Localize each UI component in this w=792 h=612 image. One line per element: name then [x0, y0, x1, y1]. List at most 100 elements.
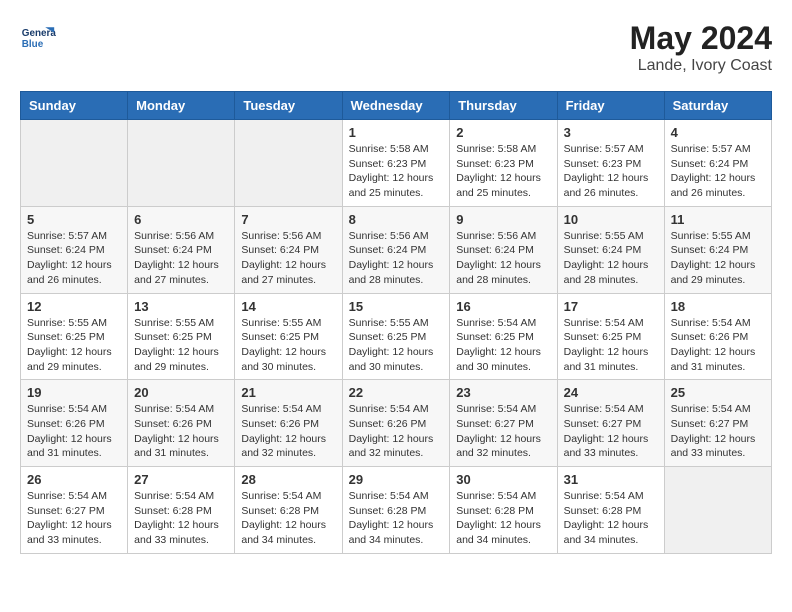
day-info: Sunrise: 5:56 AM Sunset: 6:24 PM Dayligh…	[241, 229, 335, 288]
day-info: Sunrise: 5:58 AM Sunset: 6:23 PM Dayligh…	[349, 142, 444, 201]
day-info: Sunrise: 5:57 AM Sunset: 6:24 PM Dayligh…	[27, 229, 121, 288]
calendar-week-row: 26 Sunrise: 5:54 AM Sunset: 6:27 PM Dayli…	[21, 467, 772, 554]
calendar-cell	[235, 120, 342, 207]
calendar-cell: 19 Sunrise: 5:54 AM Sunset: 6:26 PM Dayli…	[21, 380, 128, 467]
logo-icon: General Blue	[20, 20, 56, 56]
day-info: Sunrise: 5:54 AM Sunset: 6:26 PM Dayligh…	[241, 402, 335, 461]
calendar-cell: 11 Sunrise: 5:55 AM Sunset: 6:24 PM Dayli…	[664, 206, 771, 293]
day-info: Sunrise: 5:55 AM Sunset: 6:25 PM Dayligh…	[27, 316, 121, 375]
calendar-cell: 6Sunrise: 5:56 AM Sunset: 6:24 PM Daylig…	[128, 206, 235, 293]
calendar-cell: 22 Sunrise: 5:54 AM Sunset: 6:26 PM Dayli…	[342, 380, 450, 467]
calendar-table: SundayMondayTuesdayWednesdayThursdayFrid…	[20, 91, 772, 554]
day-info: Sunrise: 5:55 AM Sunset: 6:24 PM Dayligh…	[671, 229, 765, 288]
calendar-cell: 18 Sunrise: 5:54 AM Sunset: 6:26 PM Dayli…	[664, 293, 771, 380]
day-number: 16	[456, 299, 550, 314]
calendar-cell	[21, 120, 128, 207]
calendar-cell: 30Sunrise: 5:54 AM Sunset: 6:28 PM Dayli…	[450, 467, 557, 554]
day-number: 13	[134, 299, 228, 314]
calendar-cell: 4 Sunrise: 5:57 AM Sunset: 6:24 PM Daylig…	[664, 120, 771, 207]
calendar-cell: 15 Sunrise: 5:55 AM Sunset: 6:25 PM Dayli…	[342, 293, 450, 380]
location: Lande, Ivory Coast	[630, 57, 772, 75]
calendar-cell: 26 Sunrise: 5:54 AM Sunset: 6:27 PM Dayli…	[21, 467, 128, 554]
day-info: Sunrise: 5:55 AM Sunset: 6:24 PM Dayligh…	[564, 229, 658, 288]
calendar-week-row: 12 Sunrise: 5:55 AM Sunset: 6:25 PM Dayli…	[21, 293, 772, 380]
day-info: Sunrise: 5:54 AM Sunset: 6:28 PM Dayligh…	[349, 489, 444, 548]
day-number: 28	[241, 472, 335, 487]
calendar-week-row: 5 Sunrise: 5:57 AM Sunset: 6:24 PM Daylig…	[21, 206, 772, 293]
calendar-cell: 5 Sunrise: 5:57 AM Sunset: 6:24 PM Daylig…	[21, 206, 128, 293]
weekday-header-row: SundayMondayTuesdayWednesdayThursdayFrid…	[21, 92, 772, 120]
day-number: 4	[671, 125, 765, 140]
calendar-cell: 21 Sunrise: 5:54 AM Sunset: 6:26 PM Dayli…	[235, 380, 342, 467]
calendar-cell: 7 Sunrise: 5:56 AM Sunset: 6:24 PM Daylig…	[235, 206, 342, 293]
weekday-header: Saturday	[664, 92, 771, 120]
day-number: 21	[241, 385, 335, 400]
day-info: Sunrise: 5:56 AM Sunset: 6:24 PM Dayligh…	[456, 229, 550, 288]
day-info: Sunrise: 5:54 AM Sunset: 6:28 PM Dayligh…	[456, 489, 550, 548]
day-info: Sunrise: 5:54 AM Sunset: 6:28 PM Dayligh…	[134, 489, 228, 548]
weekday-header: Friday	[557, 92, 664, 120]
day-number: 14	[241, 299, 335, 314]
calendar-cell	[128, 120, 235, 207]
day-number: 10	[564, 212, 658, 227]
calendar-cell: 2Sunrise: 5:58 AM Sunset: 6:23 PM Daylig…	[450, 120, 557, 207]
weekday-header: Sunday	[21, 92, 128, 120]
calendar-cell: 31Sunrise: 5:54 AM Sunset: 6:28 PM Dayli…	[557, 467, 664, 554]
calendar-cell: 9 Sunrise: 5:56 AM Sunset: 6:24 PM Daylig…	[450, 206, 557, 293]
day-number: 23	[456, 385, 550, 400]
day-number: 27	[134, 472, 228, 487]
month-year: May 2024	[630, 20, 772, 57]
calendar-week-row: 19 Sunrise: 5:54 AM Sunset: 6:26 PM Dayli…	[21, 380, 772, 467]
calendar-cell: 25Sunrise: 5:54 AM Sunset: 6:27 PM Dayli…	[664, 380, 771, 467]
calendar-cell: 12 Sunrise: 5:55 AM Sunset: 6:25 PM Dayli…	[21, 293, 128, 380]
day-number: 11	[671, 212, 765, 227]
day-info: Sunrise: 5:55 AM Sunset: 6:25 PM Dayligh…	[241, 316, 335, 375]
day-number: 17	[564, 299, 658, 314]
day-number: 18	[671, 299, 765, 314]
day-number: 5	[27, 212, 121, 227]
day-info: Sunrise: 5:54 AM Sunset: 6:28 PM Dayligh…	[241, 489, 335, 548]
calendar-week-row: 1 Sunrise: 5:58 AM Sunset: 6:23 PM Daylig…	[21, 120, 772, 207]
day-info: Sunrise: 5:56 AM Sunset: 6:24 PM Dayligh…	[349, 229, 444, 288]
day-number: 20	[134, 385, 228, 400]
calendar-cell: 10 Sunrise: 5:55 AM Sunset: 6:24 PM Dayli…	[557, 206, 664, 293]
day-number: 12	[27, 299, 121, 314]
calendar-cell: 16 Sunrise: 5:54 AM Sunset: 6:25 PM Dayli…	[450, 293, 557, 380]
day-info: Sunrise: 5:55 AM Sunset: 6:25 PM Dayligh…	[349, 316, 444, 375]
day-number: 31	[564, 472, 658, 487]
calendar-cell: 24Sunrise: 5:54 AM Sunset: 6:27 PM Dayli…	[557, 380, 664, 467]
calendar-cell: 27 Sunrise: 5:54 AM Sunset: 6:28 PM Dayli…	[128, 467, 235, 554]
day-number: 15	[349, 299, 444, 314]
svg-text:Blue: Blue	[22, 39, 44, 50]
day-number: 1	[349, 125, 444, 140]
day-info: Sunrise: 5:58 AM Sunset: 6:23 PM Dayligh…	[456, 142, 550, 201]
calendar-cell: 29Sunrise: 5:54 AM Sunset: 6:28 PM Dayli…	[342, 467, 450, 554]
day-info: Sunrise: 5:54 AM Sunset: 6:25 PM Dayligh…	[564, 316, 658, 375]
weekday-header: Monday	[128, 92, 235, 120]
day-info: Sunrise: 5:54 AM Sunset: 6:27 PM Dayligh…	[456, 402, 550, 461]
calendar-cell: 8Sunrise: 5:56 AM Sunset: 6:24 PM Daylig…	[342, 206, 450, 293]
day-number: 19	[27, 385, 121, 400]
weekday-header: Tuesday	[235, 92, 342, 120]
calendar-cell: 23 Sunrise: 5:54 AM Sunset: 6:27 PM Dayli…	[450, 380, 557, 467]
day-info: Sunrise: 5:54 AM Sunset: 6:26 PM Dayligh…	[349, 402, 444, 461]
day-number: 25	[671, 385, 765, 400]
day-info: Sunrise: 5:57 AM Sunset: 6:24 PM Dayligh…	[671, 142, 765, 201]
day-number: 7	[241, 212, 335, 227]
calendar-cell: 20 Sunrise: 5:54 AM Sunset: 6:26 PM Dayli…	[128, 380, 235, 467]
weekday-header: Thursday	[450, 92, 557, 120]
day-info: Sunrise: 5:54 AM Sunset: 6:26 PM Dayligh…	[134, 402, 228, 461]
day-info: Sunrise: 5:54 AM Sunset: 6:27 PM Dayligh…	[27, 489, 121, 548]
calendar-cell: 28 Sunrise: 5:54 AM Sunset: 6:28 PM Dayli…	[235, 467, 342, 554]
calendar-cell: 3Sunrise: 5:57 AM Sunset: 6:23 PM Daylig…	[557, 120, 664, 207]
day-info: Sunrise: 5:54 AM Sunset: 6:26 PM Dayligh…	[27, 402, 121, 461]
day-info: Sunrise: 5:54 AM Sunset: 6:26 PM Dayligh…	[671, 316, 765, 375]
day-number: 6	[134, 212, 228, 227]
calendar-cell: 14 Sunrise: 5:55 AM Sunset: 6:25 PM Dayli…	[235, 293, 342, 380]
day-info: Sunrise: 5:54 AM Sunset: 6:25 PM Dayligh…	[456, 316, 550, 375]
logo: General Blue	[20, 20, 56, 56]
day-number: 26	[27, 472, 121, 487]
day-number: 9	[456, 212, 550, 227]
day-number: 22	[349, 385, 444, 400]
page-header: General Blue May 2024 Lande, Ivory Coast	[20, 20, 772, 75]
